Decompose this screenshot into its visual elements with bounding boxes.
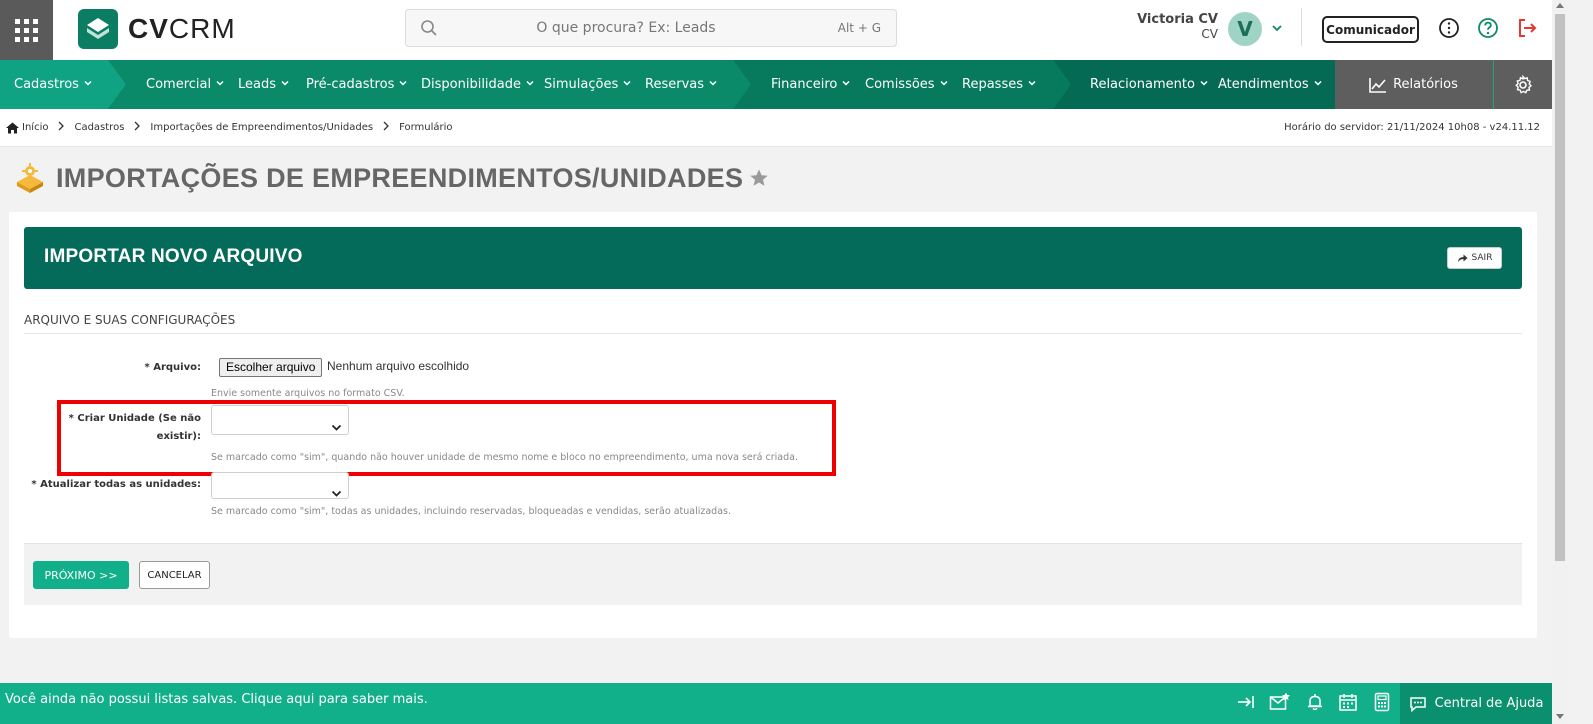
nav-item-simulacoes[interactable]: Simulações: [544, 60, 632, 109]
nav-item-repasses[interactable]: Repasses: [962, 60, 1037, 109]
highlight-box: [57, 400, 836, 476]
nav-item-cadastros[interactable]: Cadastros: [14, 60, 93, 109]
help-center-button[interactable]: Central de Ajuda: [1400, 683, 1552, 724]
search-input[interactable]: [406, 10, 896, 46]
chat-bubble-icon: [1409, 696, 1427, 712]
chevron-right-icon: [382, 121, 390, 134]
nav-item-pre-cadastros[interactable]: Pré-cadastros: [306, 60, 408, 109]
chevron-down-icon: [708, 77, 718, 92]
card-header: IMPORTAR NOVO ARQUIVO SAIR: [24, 227, 1522, 289]
bell-icon[interactable]: [1305, 692, 1325, 712]
logo-mark-icon: [78, 9, 118, 49]
calendar-icon[interactable]: [1338, 692, 1358, 712]
chevron-right-icon: [57, 121, 65, 134]
page-title: IMPORTAÇÕES DE EMPREENDIMENTOS/UNIDADES: [56, 162, 744, 193]
nav-item-relacionamento[interactable]: Relacionamento: [1090, 60, 1209, 109]
breadcrumb: Início Cadastros Importações de Empreend…: [0, 109, 1552, 147]
atualizar-select[interactable]: [211, 472, 349, 499]
nav-item-financeiro[interactable]: Financeiro: [771, 60, 851, 109]
breadcrumb-formulario: Formulário: [399, 122, 453, 133]
atualizar-help: Se marcado como "sim", todas as unidades…: [211, 506, 731, 517]
scroll-down-arrow[interactable]: [1556, 714, 1564, 719]
chevron-down-icon: [215, 77, 225, 92]
chevron-down-icon: [1027, 77, 1037, 92]
breadcrumb-cadastros[interactable]: Cadastros: [74, 122, 124, 133]
chevron-down-icon: [280, 77, 290, 92]
user-subtitle: CV: [1201, 27, 1218, 41]
gear-icon: [1513, 74, 1533, 95]
chevron-down-icon[interactable]: [1270, 20, 1284, 39]
file-status: Nenhum arquivo escolhido: [327, 359, 470, 373]
nav-item-leads[interactable]: Leads: [238, 60, 290, 109]
form-actions: PRÓXIMO >> CANCELAR: [24, 543, 1522, 605]
next-button[interactable]: PRÓXIMO >>: [33, 561, 129, 589]
comunicador-button[interactable]: Comunicador: [1322, 16, 1419, 43]
bottom-bar: Você ainda não possui listas salvas. Cli…: [0, 683, 1552, 724]
cancel-button[interactable]: CANCELAR: [139, 561, 210, 589]
scroll-up-arrow[interactable]: [1556, 3, 1564, 8]
help-icon[interactable]: [1477, 17, 1499, 39]
choose-file-button[interactable]: Escolher arquivo: [219, 358, 323, 377]
nav-item-disponibilidade[interactable]: Disponibilidade: [421, 60, 535, 109]
chevron-down-icon: [398, 77, 408, 92]
settings-button[interactable]: [1493, 60, 1552, 109]
apps-menu-button[interactable]: [0, 0, 53, 60]
search-box[interactable]: Alt + G: [405, 9, 897, 47]
collapse-right-icon[interactable]: [1236, 692, 1256, 712]
section-title: ARQUIVO E SUAS CONFIGURAÇÕES: [24, 313, 236, 327]
chevron-down-icon: [525, 77, 535, 92]
nav-item-atendimentos[interactable]: Atendimentos: [1218, 60, 1323, 109]
calculator-icon[interactable]: [1372, 692, 1392, 712]
user-name: Victoria CV: [1137, 12, 1218, 27]
logout-icon[interactable]: [1516, 17, 1538, 39]
nav-item-comissoes[interactable]: Comissões: [865, 60, 949, 109]
card-title: IMPORTAR NOVO ARQUIVO: [44, 246, 303, 267]
module-icon: [14, 162, 46, 194]
breadcrumb-importacoes[interactable]: Importações de Empreendimentos/Unidades: [150, 122, 373, 133]
atualizar-label: * Atualizar todas as unidades:: [31, 479, 201, 490]
scroll-thumb[interactable]: [1555, 14, 1565, 561]
chevron-down-icon: [622, 77, 632, 92]
nav-item-relatorios[interactable]: Relatórios: [1335, 60, 1492, 109]
nav-item-comercial[interactable]: Comercial: [146, 60, 225, 109]
main-nav: Cadastros Comercial Leads Pré-cadastros …: [0, 60, 1552, 109]
chevron-down-icon: [1313, 77, 1323, 92]
breadcrumb-home[interactable]: Início: [6, 122, 48, 134]
star-icon[interactable]: [749, 168, 769, 188]
top-header: CVCRM Alt + G Victoria CV CV V Comunicad…: [0, 0, 1552, 60]
chevron-down-icon: [83, 77, 93, 92]
avatar[interactable]: V: [1228, 12, 1262, 46]
chevron-right-icon: [133, 121, 141, 134]
share-icon: [1457, 253, 1468, 263]
header-divider: [1301, 8, 1302, 46]
page-title-row: IMPORTAÇÕES DE EMPREENDIMENTOS/UNIDADES: [14, 160, 769, 196]
server-time: Horário do servidor: 21/11/2024 10h08 - …: [1284, 122, 1540, 133]
page-scrollbar[interactable]: [1552, 0, 1568, 724]
chevron-down-icon: [1199, 77, 1209, 92]
logo[interactable]: CVCRM: [78, 8, 236, 50]
home-icon: [6, 122, 19, 134]
chevron-down-icon: [331, 483, 342, 502]
chart-line-icon: [1369, 77, 1387, 93]
saved-lists-message[interactable]: Você ainda não possui listas salvas. Cli…: [5, 692, 428, 707]
logo-text: CVCRM: [128, 13, 236, 44]
grid-icon: [15, 18, 38, 42]
info-icon[interactable]: [1438, 17, 1460, 39]
mail-star-icon[interactable]: [1269, 692, 1290, 712]
nav-item-reservas[interactable]: Reservas: [645, 60, 718, 109]
exit-button[interactable]: SAIR: [1447, 247, 1502, 269]
section-divider: [24, 333, 1522, 334]
search-icon: [420, 19, 438, 41]
import-card: IMPORTAR NOVO ARQUIVO SAIR ARQUIVO E SUA…: [9, 212, 1537, 638]
chevron-down-icon: [841, 77, 851, 92]
user-info[interactable]: Victoria CV CV: [1130, 12, 1218, 42]
arquivo-label: * Arquivo:: [144, 362, 201, 373]
search-shortcut: Alt + G: [837, 21, 881, 35]
arquivo-help: Envie somente arquivos no formato CSV.: [211, 388, 405, 399]
chevron-down-icon: [939, 77, 949, 92]
